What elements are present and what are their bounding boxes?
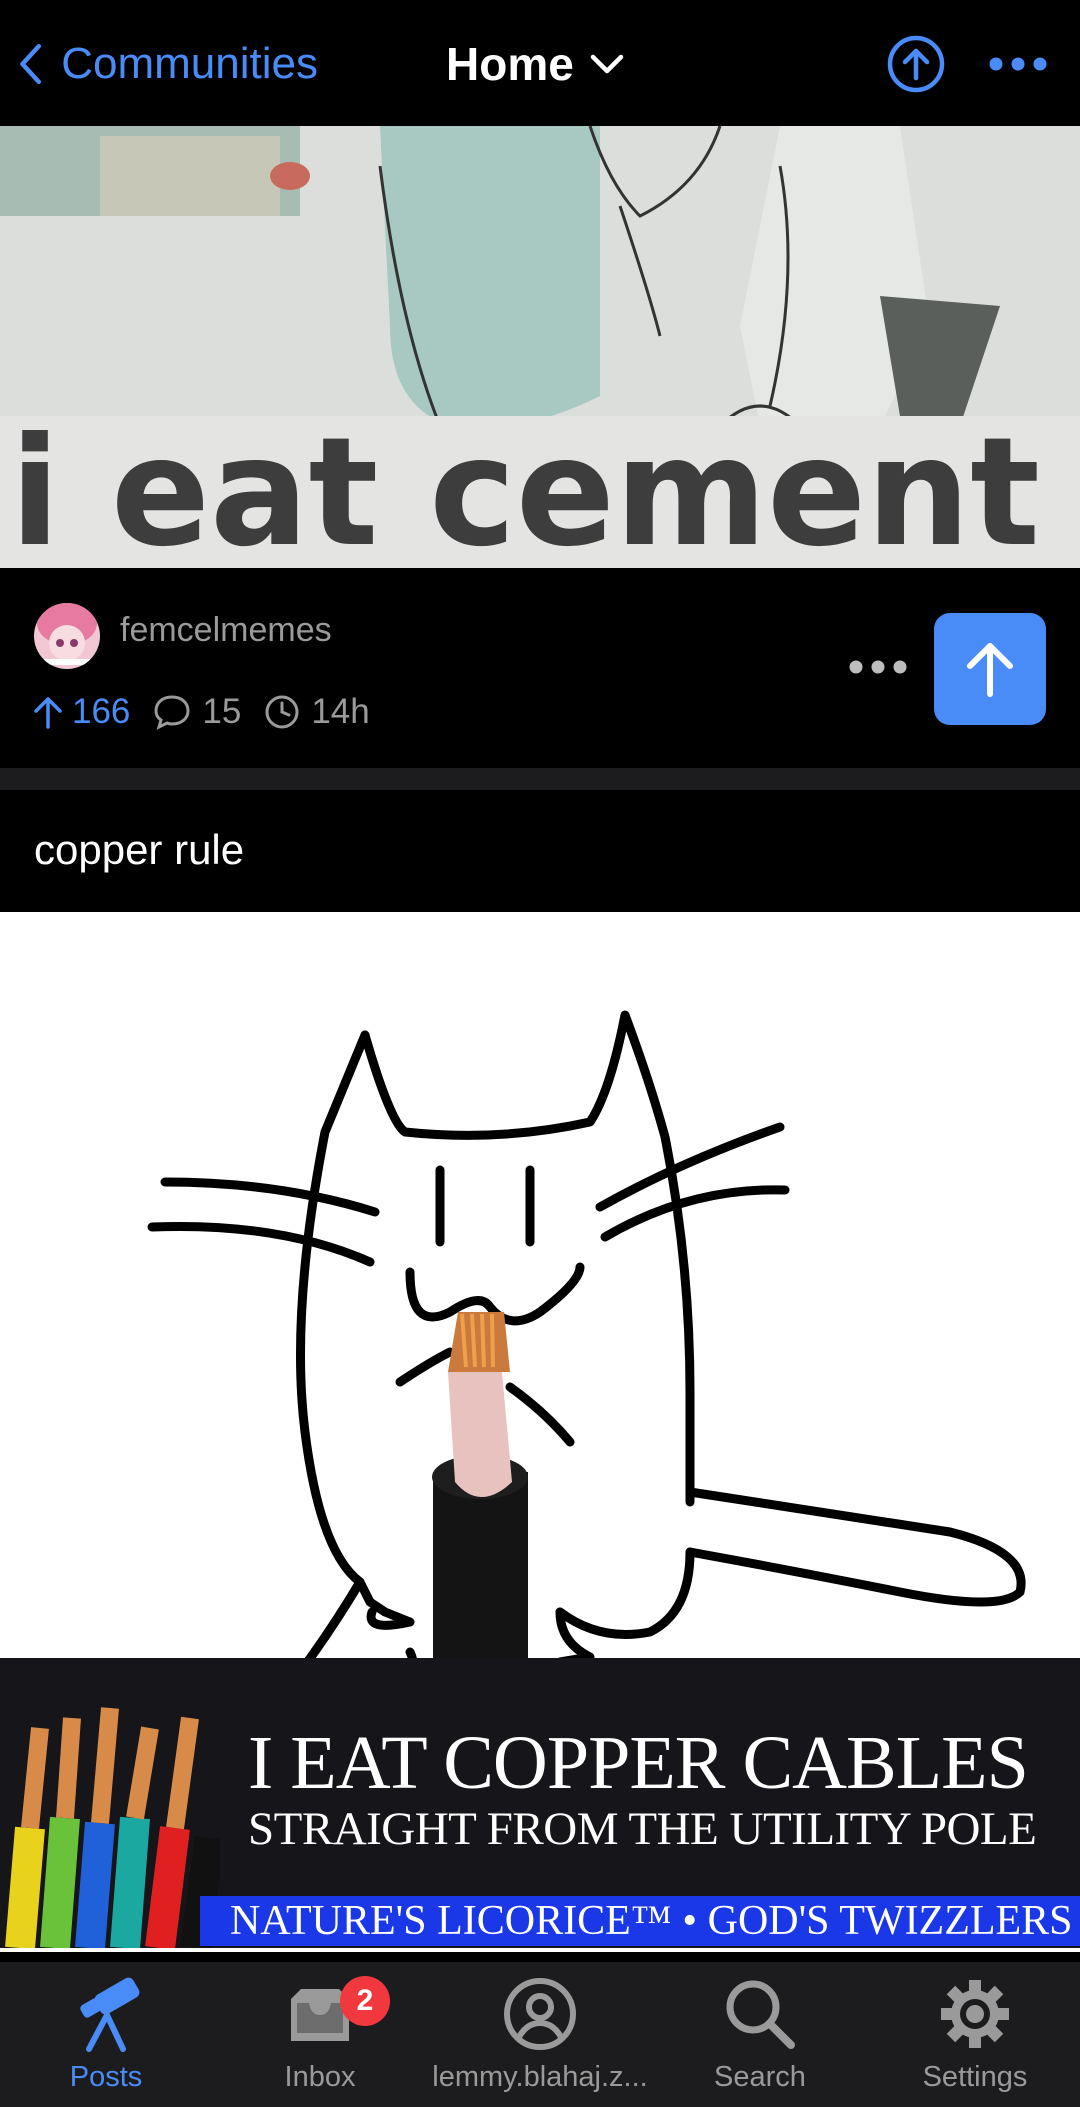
gear-icon [941, 1980, 1009, 2048]
upload-circle-icon [887, 35, 945, 93]
tab-posts[interactable]: Posts [46, 1975, 166, 2100]
post-title[interactable]: copper rule [34, 826, 244, 874]
score: 166 [32, 692, 130, 732]
chevron-down-icon [590, 54, 624, 74]
banner-headline: I EAT COPPER CABLES [248, 1721, 1029, 1805]
banner-subheadline: STRAIGHT FROM THE UTILITY POLE [248, 1803, 1037, 1855]
chevron-left-icon [20, 43, 42, 85]
score-value: 166 [72, 692, 131, 731]
back-button[interactable]: Communities [18, 34, 318, 94]
more-options-button[interactable] [988, 44, 1048, 84]
image-caption: i eat cement [10, 406, 1040, 568]
tab-inbox-label: Inbox [284, 2061, 356, 2093]
tab-settings-label: Settings [922, 2061, 1028, 2093]
cables-illustration [0, 1658, 225, 1948]
post-age-value: 14h [311, 692, 370, 731]
arrow-up-icon [967, 643, 1013, 697]
page-title: Home [446, 38, 574, 90]
telescope-icon [80, 1977, 140, 2052]
upload-button[interactable] [886, 34, 946, 94]
tab-posts-label: Posts [69, 2061, 143, 2093]
community-name[interactable]: femcelmemes [120, 611, 332, 650]
post-more-button[interactable] [848, 652, 908, 682]
tab-search[interactable]: Search [700, 1975, 820, 2100]
tab-instance-label: lemmy.blahaj.z... [432, 2061, 648, 2093]
search-icon [726, 1980, 795, 2049]
post-image-cement[interactable]: i eat cement [0, 126, 1080, 568]
tab-settings[interactable]: Settings [910, 1975, 1040, 2100]
ellipsis-icon [849, 660, 907, 674]
feed-selector[interactable]: Home [446, 34, 624, 94]
cement-meme-image: i eat cement [0, 126, 1080, 568]
comment-count[interactable]: 15 [152, 692, 241, 732]
post-divider [0, 768, 1080, 790]
comment-count-value: 15 [202, 692, 242, 731]
arrow-up-icon [34, 697, 62, 729]
post-age: 14h [263, 692, 370, 732]
ellipsis-icon [989, 57, 1047, 71]
avatar[interactable] [34, 603, 100, 669]
post-stats: 166 15 14h [32, 690, 370, 734]
post-meta-panel [0, 568, 1080, 768]
comment-icon [154, 695, 190, 730]
clock-icon [265, 695, 299, 729]
back-button-label: Communities [61, 39, 318, 88]
banner-tagline: NATURE'S LICORICE™ • GOD'S TWIZZLERS [230, 1898, 1073, 1944]
tab-search-label: Search [714, 2061, 806, 2093]
person-circle-icon [504, 1978, 576, 2050]
upvote-button[interactable] [934, 613, 1046, 725]
inbox-unread-badge: 2 [340, 1976, 390, 2026]
tab-instance[interactable]: lemmy.blahaj.z... [420, 1975, 660, 2100]
